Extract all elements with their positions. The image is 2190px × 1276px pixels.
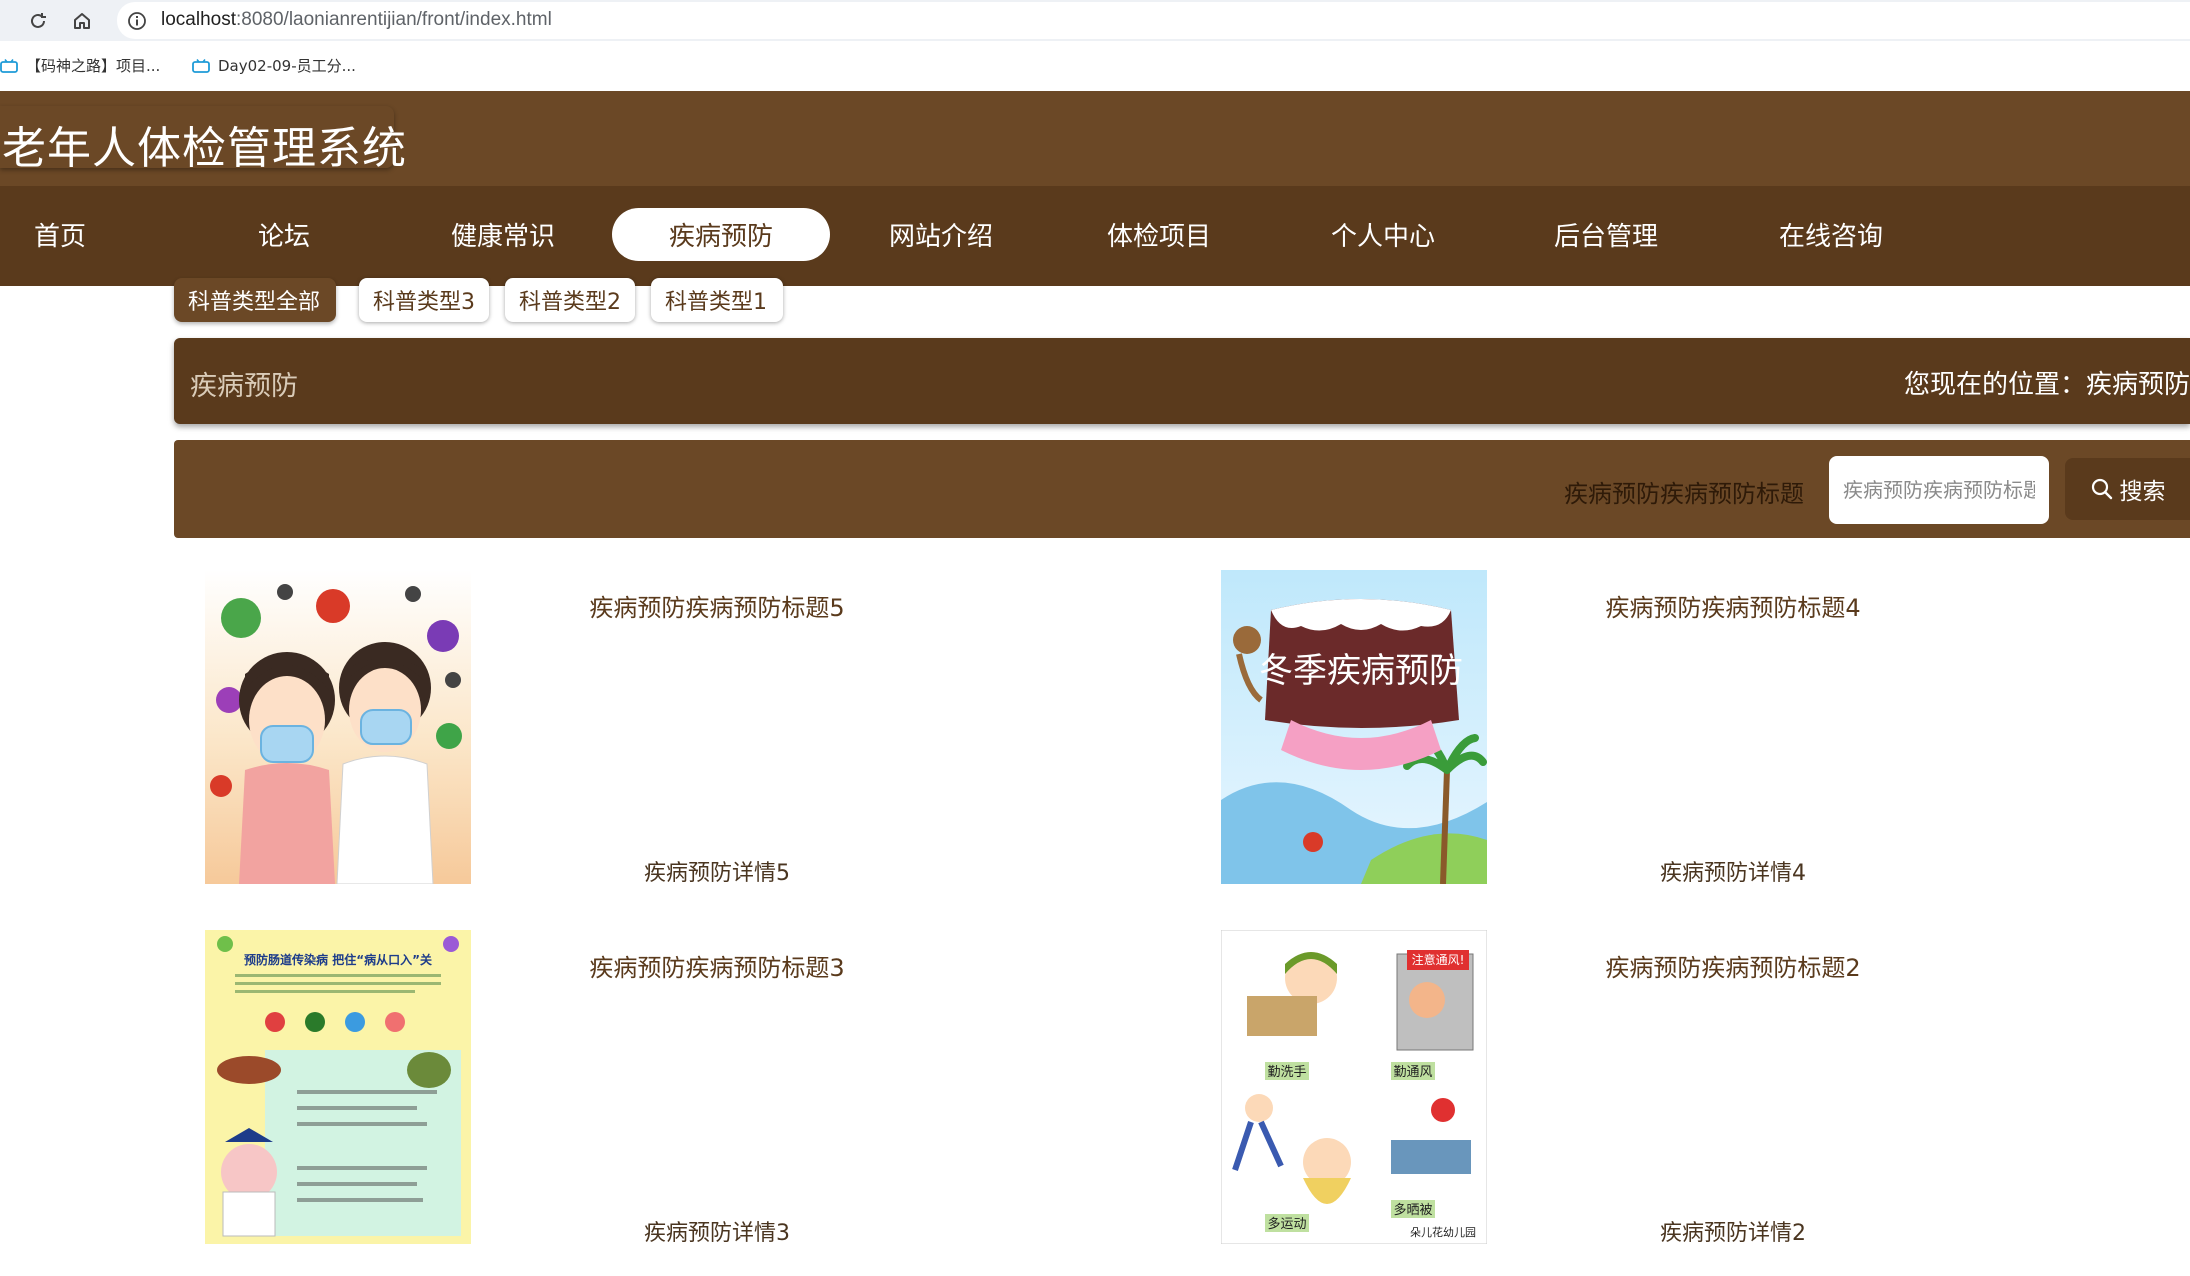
nav-disease-prevention[interactable]: 疾病预防 <box>612 208 830 261</box>
kindergarten-health-image: 注意通风! 勤洗手 勤通风 多运动 多晒被 朵儿花幼儿园 <box>1221 930 1487 1244</box>
item-title[interactable]: 疾病预防疾病预防标题3 <box>527 948 907 983</box>
category-chip-2[interactable]: 科普类型2 <box>505 278 635 322</box>
image-caption: 勤通风 <box>1393 1065 1432 1080</box>
item-thumbnail[interactable]: 冬季疾病预防 <box>1221 570 1487 884</box>
nav-forum[interactable]: 论坛 <box>175 208 393 261</box>
search-icon <box>2091 478 2112 500</box>
url-path: :8080/laonianrentijian/front/index.html <box>236 9 552 30</box>
bookmark-item[interactable]: Day02-09-员工分... <box>192 55 356 76</box>
item-detail: 疾病预防详情5 <box>644 861 790 886</box>
site-title: 老年人体检管理系统 <box>2 123 407 174</box>
item-title[interactable]: 疾病预防疾病预防标题5 <box>527 588 907 623</box>
category-chip-1[interactable]: 科普类型1 <box>651 278 783 322</box>
reload-icon <box>31 13 46 28</box>
site-info-icon[interactable] <box>127 11 147 31</box>
home-button[interactable] <box>68 7 96 35</box>
search-button[interactable]: 搜索 <box>2065 458 2190 520</box>
site-header: 老年人体检管理系统 <box>0 91 2190 186</box>
image-caption: 注意通风! <box>1412 952 1465 967</box>
bookmark-label: Day02-09-员工分... <box>218 57 356 75</box>
nav-online-consult[interactable]: 在线咨询 <box>1722 208 1940 261</box>
search-button-label: 搜索 <box>2119 479 2166 505</box>
item-detail: 疾病预防详情4 <box>1660 861 1806 886</box>
nav-site-intro[interactable]: 网站介绍 <box>832 208 1050 261</box>
image-caption: 勤洗手 <box>1267 1065 1306 1080</box>
nav-personal-center[interactable]: 个人中心 <box>1274 208 1492 261</box>
image-caption: 多晒被 <box>1393 1202 1432 1218</box>
url-host: localhost <box>161 9 236 30</box>
url-text[interactable]: localhost:8080/laonianrentijian/front/in… <box>161 9 552 31</box>
list-item[interactable]: 疾病预防疾病预防标题5 疾病预防详情5 <box>205 570 1205 886</box>
search-input[interactable] <box>1829 456 2049 524</box>
image-caption: 预防肠道传染病 把住“病从口入”关 <box>244 952 432 967</box>
nav-home[interactable]: 首页 <box>0 208 169 261</box>
item-thumbnail[interactable] <box>205 570 471 884</box>
nav-admin[interactable]: 后台管理 <box>1497 208 1715 261</box>
masked-children-image <box>205 570 471 884</box>
bilibili-icon <box>192 58 210 73</box>
list-item[interactable]: 冬季疾病预防 疾病预防疾病预防标题4 疾病预防详情4 <box>1221 570 2190 886</box>
list-item[interactable]: 预防肠道传染病 把住“病从口入”关 疾病预防疾病预防标题3 疾病预防详情3 <box>205 930 1205 1246</box>
home-icon <box>74 13 90 29</box>
nav-checkup-items[interactable]: 体检项目 <box>1050 208 1268 261</box>
breadcrumb: 您现在的位置：疾病预防 <box>1903 370 2190 400</box>
category-chip-3[interactable]: 科普类型3 <box>359 278 489 322</box>
winter-prevention-image: 冬季疾病预防 <box>1221 570 1487 884</box>
intestinal-disease-poster-image: 预防肠道传染病 把住“病从口入”关 <box>205 930 471 1244</box>
nav-health-knowledge[interactable]: 健康常识 <box>394 208 612 261</box>
item-title[interactable]: 疾病预防疾病预防标题4 <box>1543 588 1923 623</box>
item-detail: 疾病预防详情2 <box>1660 1221 1806 1246</box>
item-detail: 疾病预防详情3 <box>644 1221 790 1246</box>
search-bar: 疾病预防疾病预防标题 搜索 <box>174 440 2190 538</box>
item-thumbnail[interactable]: 预防肠道传染病 把住“病从口入”关 <box>205 930 471 1244</box>
image-caption: 朵儿花幼儿园 <box>1410 1226 1476 1239</box>
item-title[interactable]: 疾病预防疾病预防标题2 <box>1543 948 1923 983</box>
main-nav: 首页 论坛 健康常识 疾病预防 网站介绍 体检项目 个人中心 后台管理 在线咨询 <box>0 186 2190 286</box>
bookmarks-bar: 【码神之路】项目... Day02-09-员工分... <box>0 41 2190 91</box>
category-chip-all[interactable]: 科普类型全部 <box>174 278 336 322</box>
reload-button[interactable] <box>24 7 52 35</box>
item-thumbnail[interactable]: 注意通风! 勤洗手 勤通风 多运动 多晒被 朵儿花幼儿园 <box>1221 930 1487 1244</box>
bookmark-item[interactable]: 【码神之路】项目... <box>0 55 160 76</box>
image-caption: 冬季疾病预防 <box>1259 651 1463 691</box>
search-label: 疾病预防疾病预防标题 <box>1564 480 1804 508</box>
bilibili-icon <box>0 58 18 73</box>
browser-toolbar: localhost:8080/laonianrentijian/front/in… <box>0 0 2190 41</box>
image-caption: 多运动 <box>1267 1216 1306 1232</box>
site-title-box: 老年人体检管理系统 <box>0 106 406 174</box>
bookmark-label: 【码神之路】项目... <box>26 57 161 75</box>
list-item[interactable]: 注意通风! 勤洗手 勤通风 多运动 多晒被 朵儿花幼儿园 疾病预防疾病预防标题2… <box>1221 930 2190 1246</box>
section-title: 疾病预防 <box>190 371 298 402</box>
section-header: 疾病预防 您现在的位置：疾病预防 <box>174 338 2190 424</box>
